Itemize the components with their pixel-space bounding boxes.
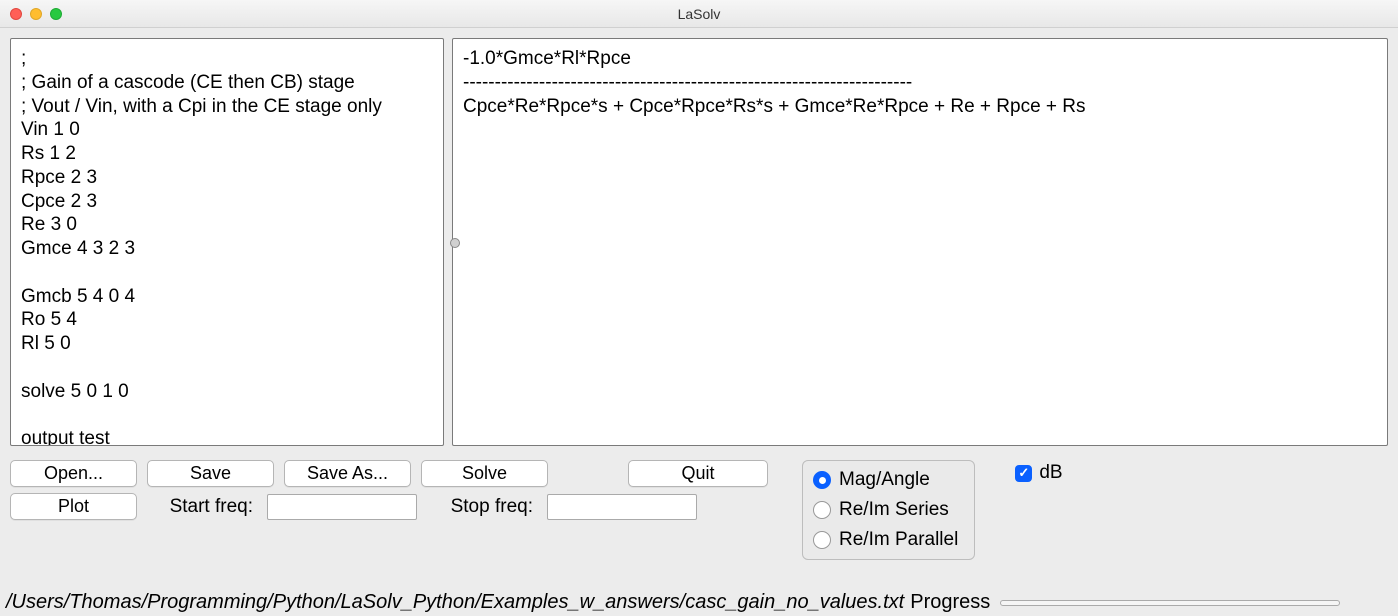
open-button[interactable]: Open... [10,460,137,487]
quit-button[interactable]: Quit [628,460,768,487]
db-checkbox-block[interactable]: ✓ dB [1015,462,1062,484]
output-textarea[interactable]: -1.0*Gmce*Rl*Rpce ----------------------… [452,38,1388,446]
splitter-handle-icon[interactable] [450,238,460,248]
radio-reim-parallel[interactable]: Re/Im Parallel [813,529,958,551]
window-title: LaSolv [678,6,721,22]
solve-button[interactable]: Solve [421,460,548,487]
split-panes: ; ; Gain of a cascode (CE then CB) stage… [10,38,1388,446]
radio-label: Re/Im Parallel [839,529,958,551]
close-icon[interactable] [10,8,22,20]
start-freq-input[interactable] [267,494,417,520]
radio-icon [813,471,831,489]
start-freq-label: Start freq: [147,496,257,518]
zoom-icon[interactable] [50,8,62,20]
db-label: dB [1039,462,1062,484]
app-window: LaSolv ; ; Gain of a cascode (CE then CB… [0,0,1398,616]
progress-label: Progress [910,591,990,614]
radio-reim-series[interactable]: Re/Im Series [813,499,958,521]
button-panel: Open... Save Save As... Solve Quit Plot … [10,460,768,520]
plot-button[interactable]: Plot [10,493,137,520]
checkbox-icon: ✓ [1015,465,1032,482]
radio-label: Re/Im Series [839,499,949,521]
save-button[interactable]: Save [147,460,274,487]
radio-mag-angle[interactable]: Mag/Angle [813,469,958,491]
title-bar: LaSolv [0,0,1398,28]
stop-freq-input[interactable] [547,494,697,520]
radio-icon [813,501,831,519]
controls-row: Open... Save Save As... Solve Quit Plot … [10,460,1388,560]
file-path: /Users/Thomas/Programming/Python/LaSolv_… [6,591,904,614]
content-area: ; ; Gain of a cascode (CE then CB) stage… [0,28,1398,587]
stop-freq-label: Stop freq: [427,496,537,518]
saveas-button[interactable]: Save As... [284,460,411,487]
minimize-icon[interactable] [30,8,42,20]
progress-bar [1000,600,1340,606]
plot-mode-radio-group: Mag/Angle Re/Im Series Re/Im Parallel [802,460,975,560]
input-textarea[interactable]: ; ; Gain of a cascode (CE then CB) stage… [10,38,444,446]
radio-icon [813,531,831,549]
traffic-lights [10,8,62,20]
radio-label: Mag/Angle [839,469,930,491]
status-bar: /Users/Thomas/Programming/Python/LaSolv_… [0,587,1398,616]
